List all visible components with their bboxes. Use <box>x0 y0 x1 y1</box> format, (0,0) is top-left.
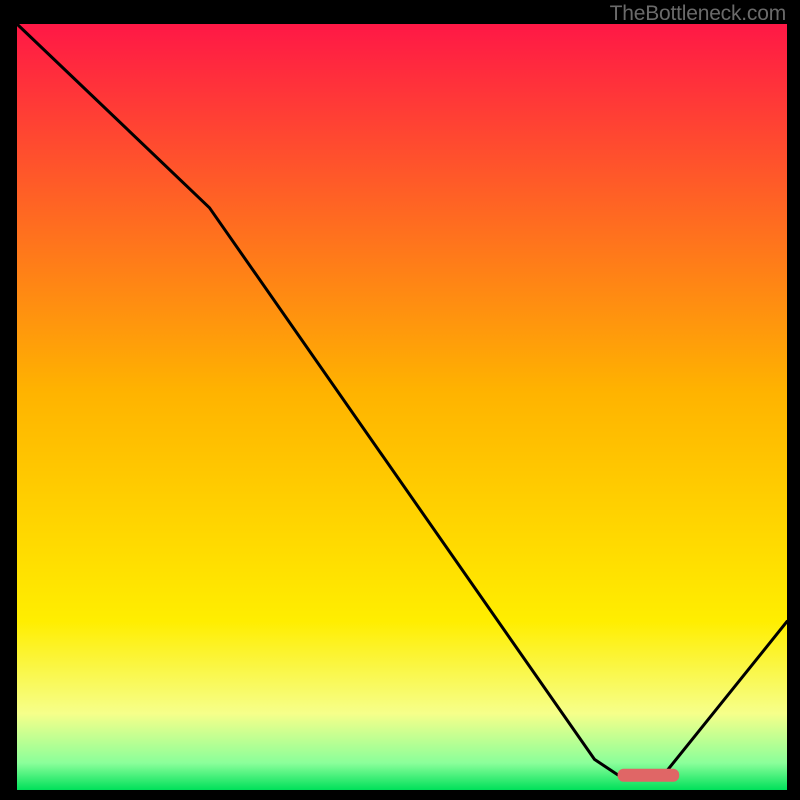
gradient-background <box>17 24 787 790</box>
chart-frame <box>17 24 787 790</box>
bottleneck-chart <box>17 24 787 790</box>
optimal-range-marker <box>618 769 680 782</box>
watermark-text: TheBottleneck.com <box>610 2 786 26</box>
